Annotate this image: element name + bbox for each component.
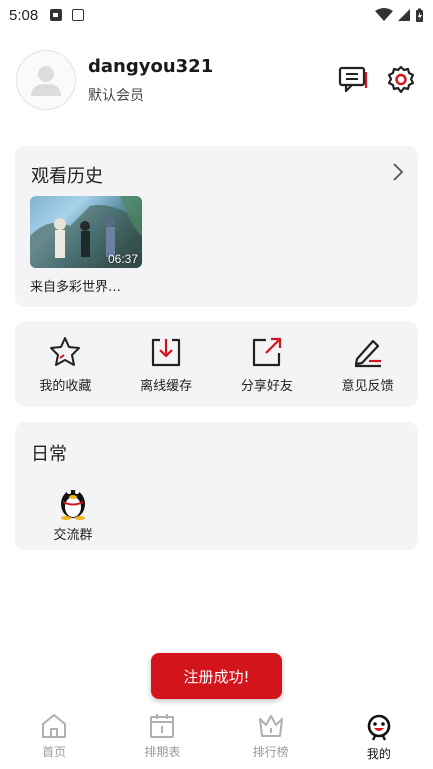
default-avatar-icon (31, 66, 61, 96)
status-bar: 5:08 (0, 0, 433, 30)
profile-header: dangyou321 默认会员 (16, 48, 416, 112)
notification-screenshot-icon (72, 9, 85, 21)
profile-face-icon (367, 714, 391, 741)
crown-icon (258, 715, 283, 737)
share-icon (252, 337, 281, 367)
tab-schedule[interactable]: 排期表 (108, 705, 216, 769)
settings-gear-icon[interactable] (386, 65, 416, 95)
star-icon (50, 337, 81, 366)
status-time: 5:08 (9, 6, 39, 24)
chevron-right-icon[interactable] (392, 162, 404, 182)
member-level: 默认会员 (88, 87, 144, 104)
notification-app-icon (50, 9, 63, 21)
watch-history-title: 观看历史 (31, 166, 103, 187)
group-chat-button[interactable]: 交流群 (51, 482, 95, 543)
feedback-pencil-icon (354, 339, 381, 368)
tab-profile[interactable]: 我的 (325, 705, 433, 769)
wifi-icon (375, 8, 393, 21)
bottom-tab-bar: 首页 排期表 排行榜 我的 (0, 705, 433, 769)
history-caption[interactable]: 来自多彩世界… (30, 276, 145, 295)
battery-icon (416, 8, 423, 22)
watch-history-card: 观看历史 06:37 来自多彩世界… (15, 146, 418, 307)
history-duration: 06:37 (107, 252, 138, 266)
daily-card: 日常 交流群 (15, 422, 418, 550)
download-icon (152, 338, 181, 367)
tab-ranking[interactable]: 排行榜 (217, 705, 325, 769)
signal-icon (398, 9, 410, 21)
offline-cache-button[interactable]: 离线缓存 (116, 321, 217, 407)
favorites-button[interactable]: 我的收藏 (15, 321, 116, 407)
share-button[interactable]: 分享好友 (217, 321, 318, 407)
toast-message: 注册成功! (151, 653, 282, 699)
qq-penguin-icon (61, 490, 85, 520)
history-thumbnail[interactable]: 06:37 (30, 196, 142, 268)
daily-title: 日常 (31, 444, 67, 465)
tab-home[interactable]: 首页 (0, 705, 108, 769)
avatar[interactable] (16, 50, 76, 110)
feedback-button[interactable]: 意见反馈 (317, 321, 418, 407)
message-icon[interactable] (338, 66, 368, 94)
calendar-icon (150, 714, 175, 738)
username: dangyou321 (88, 55, 214, 77)
quick-actions-card: 我的收藏 离线缓存 分享好友 意见反馈 (15, 321, 418, 407)
home-icon (42, 714, 67, 738)
